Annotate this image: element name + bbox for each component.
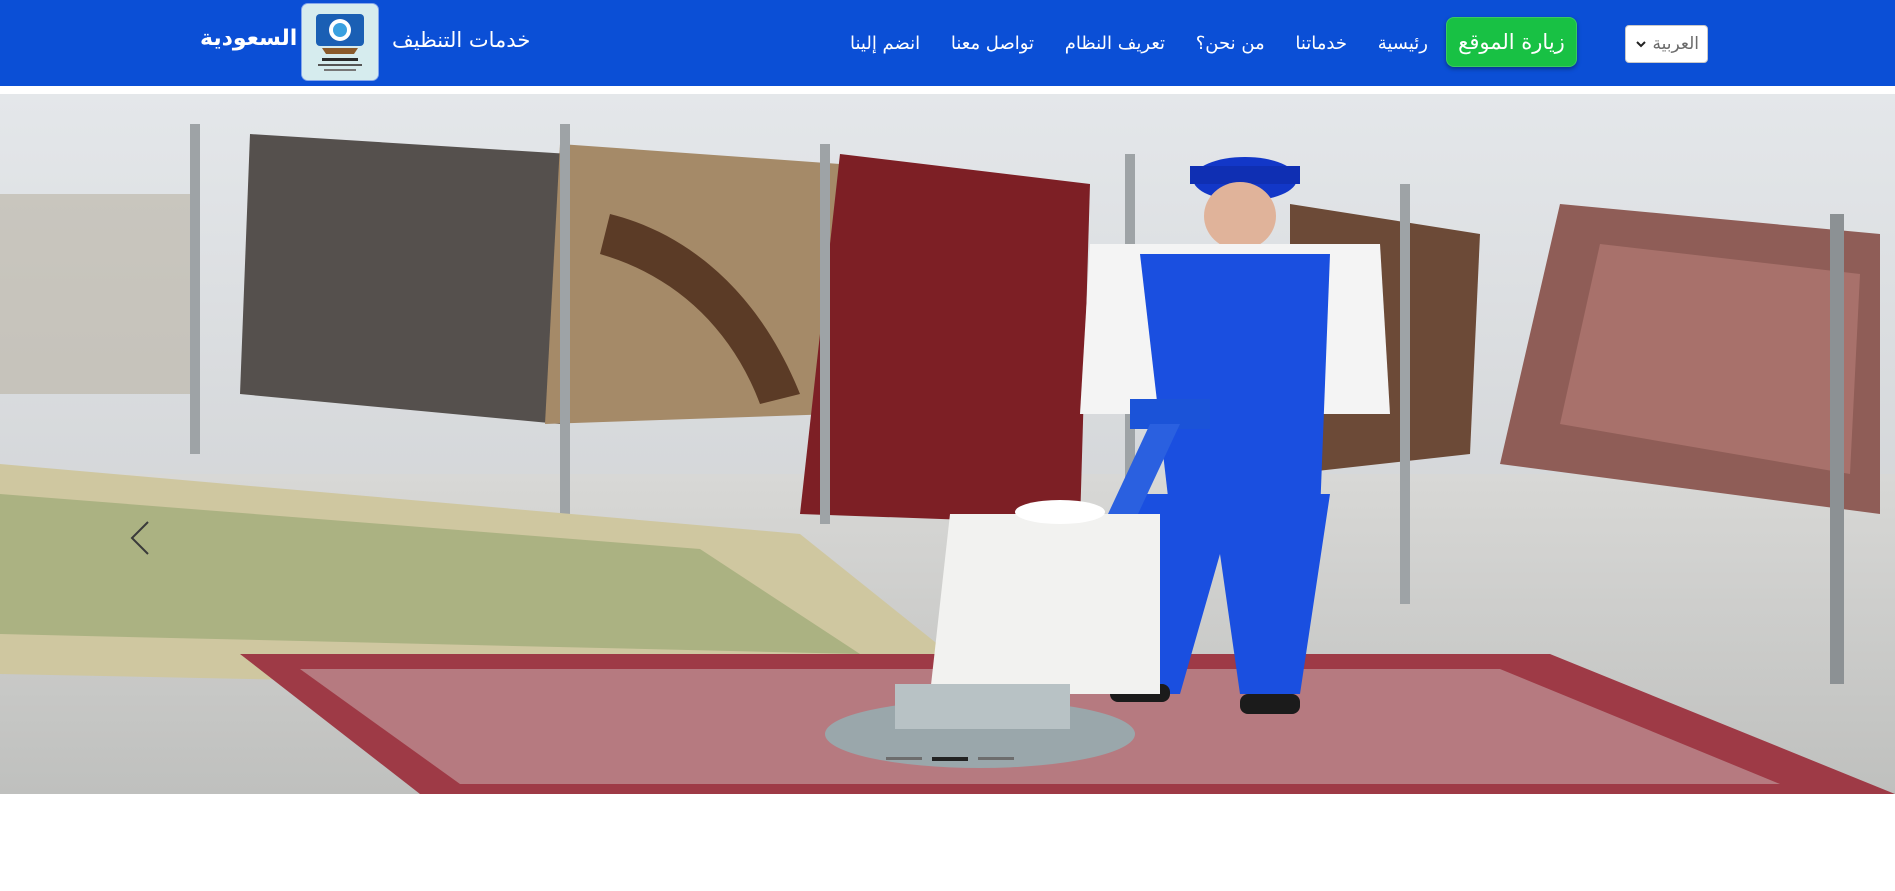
language-selected-value: العربية	[1652, 34, 1699, 54]
nav-link-about[interactable]: من نحن؟	[1196, 33, 1265, 54]
visit-site-button[interactable]: زيارة الموقع	[1446, 17, 1577, 67]
carousel-indicator[interactable]	[932, 757, 968, 761]
top-navbar: السعودية خدمات التنظيف رئيسية خدماتنا من…	[0, 0, 1895, 86]
nav-link-join[interactable]: انضم إلينا	[850, 33, 920, 54]
carousel-indicator[interactable]	[886, 757, 922, 760]
logo-image	[302, 4, 378, 80]
brand-name[interactable]: خدمات التنظيف	[392, 28, 530, 52]
nav-link-system[interactable]: تعريف النظام	[1065, 33, 1165, 54]
language-select[interactable]: العربية	[1625, 25, 1708, 63]
chevron-down-icon	[1636, 41, 1646, 48]
nav-link-services[interactable]: خدماتنا	[1295, 33, 1347, 54]
hero-slide-image	[0, 94, 1895, 794]
nav-link-home[interactable]: رئيسية	[1378, 33, 1428, 54]
site-logo[interactable]	[302, 4, 378, 80]
carousel-prev-chevron-icon[interactable]	[126, 518, 156, 558]
carousel-indicators	[886, 757, 1014, 763]
carousel-indicator[interactable]	[978, 757, 1014, 760]
hero-carousel	[0, 94, 1895, 794]
main-nav: رئيسية خدماتنا من نحن؟ تعريف النظام تواص…	[850, 30, 1428, 56]
nav-link-contact[interactable]: تواصل معنا	[951, 33, 1034, 54]
brand-country-label[interactable]: السعودية	[200, 26, 297, 51]
